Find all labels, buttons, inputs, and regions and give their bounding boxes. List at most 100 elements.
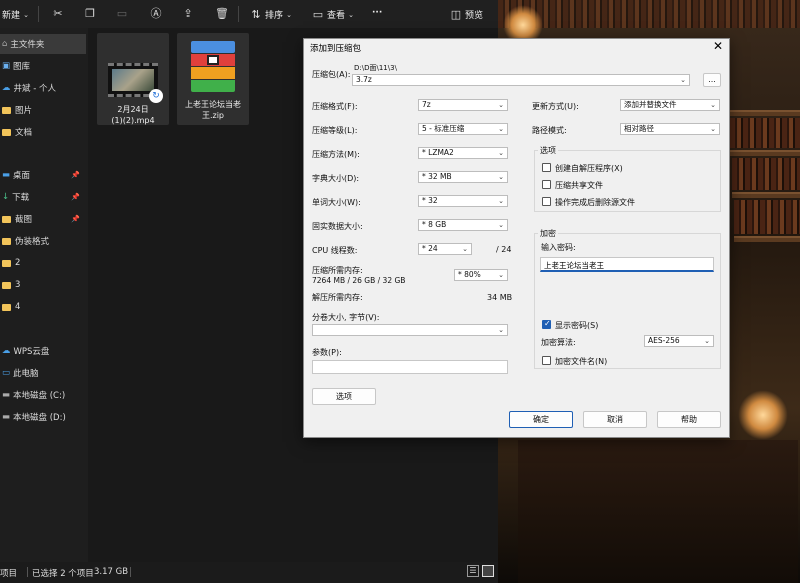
chevron-down-icon: ⌄ (498, 173, 504, 181)
memory-usage-select[interactable]: * 80% ⌄ (454, 269, 508, 281)
encrypt-filenames-label: 加密文件名(N) (555, 357, 608, 366)
cancel-button[interactable]: 取消 (583, 411, 647, 428)
format-select[interactable]: 7z ⌄ (418, 99, 508, 111)
file-item-video[interactable]: ↻ 2月24日 (1)(2).mp4 (97, 33, 169, 125)
sidebar-item-2[interactable]: 2 (0, 253, 86, 273)
sidebar-item-documents[interactable]: 文档 (0, 122, 86, 142)
add-to-archive-dialog: 添加到压缩包 ✕ 压缩包(A): D:\D面\11\3\ 3.7z ⌄ ... 压… (303, 38, 730, 438)
preview-button[interactable]: ◫ 预览 (450, 8, 483, 21)
sidebar-item-gallery[interactable]: ▣ 图库 (0, 56, 86, 76)
folder-icon (2, 106, 11, 114)
solid-block-select[interactable]: * 8 GB ⌄ (418, 219, 508, 231)
help-button[interactable]: 帮助 (657, 411, 721, 428)
sidebar-item-3[interactable]: 3 (0, 275, 86, 295)
winrar-archive-icon (185, 41, 241, 93)
file-item-zip[interactable]: 上老王论坛当老 王.zip (177, 33, 249, 125)
encrypt-filenames-checkbox[interactable] (542, 356, 551, 365)
details-view-icon[interactable]: ☰ (467, 565, 479, 577)
archive-label: 压缩包(A): (312, 70, 351, 79)
file-name: 2月24日 (1)(2).mp4 (111, 105, 155, 125)
tiles-view-icon[interactable] (482, 565, 494, 577)
sidebar-item-4[interactable]: 4 (0, 297, 86, 317)
file-name: 上老王论坛当老 王.zip (185, 100, 241, 120)
path-mode-select[interactable]: 相对路径 ⌄ (620, 123, 720, 135)
chevron-down-icon: ⌄ (348, 10, 354, 19)
chevron-down-icon: ⌄ (286, 10, 292, 19)
archive-path: D:\D面\11\3\ (354, 64, 397, 72)
ok-button[interactable]: 确定 (509, 411, 573, 428)
drive-icon: ▬ (2, 390, 11, 400)
sidebar-item-disguise[interactable]: 伪装格式 (0, 231, 86, 251)
home-icon: ⌂ (2, 39, 8, 49)
archive-name-combo[interactable]: 3.7z ⌄ (352, 74, 690, 86)
parameters-input[interactable] (312, 360, 508, 374)
sidebar-item-pictures[interactable]: 图片 (0, 100, 86, 120)
chevron-down-icon: ⌄ (498, 125, 504, 133)
gallery-icon: ▣ (2, 61, 11, 71)
sfx-checkbox[interactable] (542, 163, 551, 172)
status-divider (27, 567, 28, 577)
preview-pane-icon: ◫ (450, 7, 462, 21)
sidebar-item-wps[interactable]: ☁ WPS云盘 (0, 341, 86, 361)
solid-block-label: 固实数据大小: (312, 222, 363, 231)
dictionary-label: 字典大小(D): (312, 174, 360, 183)
parameters-label: 参数(P): (312, 348, 342, 357)
options-button[interactable]: 选项 (312, 388, 376, 405)
chevron-down-icon: ⌄ (710, 101, 716, 109)
close-icon[interactable]: ✕ (713, 39, 723, 53)
sidebar-item-screenshots[interactable]: 截图 📌 (0, 209, 86, 229)
encryption-method-select[interactable]: AES-256 ⌄ (644, 335, 714, 347)
cut-icon[interactable]: ✂ (52, 8, 64, 20)
word-size-select[interactable]: * 32 ⌄ (418, 195, 508, 207)
delete-after-checkbox[interactable] (542, 197, 551, 206)
desktop-icon: ▬ (2, 170, 11, 180)
sidebar-item-this-pc[interactable]: ▭ 此电脑 (0, 363, 86, 383)
rename-icon[interactable]: Ⓐ (150, 8, 162, 20)
chevron-down-icon: ⌄ (498, 271, 504, 279)
folder-icon (2, 237, 11, 245)
sidebar-item-drive-c[interactable]: ▬ 本地磁盘 (C:) (0, 385, 86, 405)
method-select[interactable]: * LZMA2 ⌄ (418, 147, 508, 159)
new-button[interactable]: 新建 ⌄ (2, 8, 32, 22)
more-button[interactable]: ··· (372, 8, 382, 18)
dictionary-select[interactable]: * 32 MB ⌄ (418, 171, 508, 183)
password-input[interactable]: 上老王论坛当老王 (540, 257, 714, 272)
cpu-threads-select[interactable]: * 24 ⌄ (418, 243, 472, 255)
download-icon: ↓ (2, 192, 10, 202)
show-password-checkbox[interactable] (542, 319, 551, 329)
selection-count: 已选择 2 个项目 (32, 569, 94, 579)
view-button[interactable]: ▭ 查看 ⌄ (312, 8, 357, 21)
level-label: 压缩等级(L): (312, 126, 358, 135)
method-label: 压缩方法(M): (312, 150, 360, 159)
selection-size: 3.17 GB (94, 567, 129, 577)
browse-button[interactable]: ... (703, 73, 721, 87)
format-label: 压缩格式(F): (312, 102, 358, 111)
paste-icon[interactable]: ▭ (116, 8, 128, 20)
chevron-down-icon: ⌄ (498, 326, 504, 334)
encryption-method-label: 加密算法: (541, 338, 576, 347)
split-volume-combo[interactable]: ⌄ (312, 324, 508, 336)
sidebar-item-home[interactable]: ⌂ 主文件夹 (0, 34, 86, 54)
chevron-down-icon: ⌄ (680, 76, 686, 84)
options-group-title: 选项 (538, 145, 558, 156)
sidebar-item-onedrive[interactable]: ☁ 井斌 - 个人 (0, 78, 86, 98)
sort-button[interactable]: ⇅ 排序 ⌄ (250, 8, 295, 21)
sidebar-item-drive-d[interactable]: ▬ 本地磁盘 (D:) (0, 407, 86, 427)
copy-icon[interactable]: ❐ (84, 8, 96, 20)
password-label: 输入密码: (541, 243, 576, 252)
update-mode-select[interactable]: 添加并替换文件 ⌄ (620, 99, 720, 111)
chevron-down-icon: ⌄ (498, 149, 504, 157)
cloud-icon: ☁ (2, 346, 11, 356)
delete-icon[interactable]: 🗑 (215, 8, 229, 20)
compress-memory-label: 压缩所需内存: (312, 266, 363, 275)
compress-memory-detail: 7264 MB / 26 GB / 32 GB (312, 276, 406, 285)
sidebar-item-desktop[interactable]: ▬ 桌面 📌 (0, 165, 86, 185)
decompress-memory-value: 34 MB (487, 293, 513, 302)
sidebar-item-downloads[interactable]: ↓ 下载 📌 (0, 187, 86, 207)
decompress-memory-label: 解压所需内存: (312, 293, 363, 302)
shared-files-checkbox[interactable] (542, 180, 551, 189)
share-icon[interactable]: ⇪ (182, 8, 194, 20)
folder-icon (2, 215, 11, 223)
level-select[interactable]: 5 - 标准压缩 ⌄ (418, 123, 508, 135)
update-mode-label: 更新方式(U): (532, 102, 579, 111)
